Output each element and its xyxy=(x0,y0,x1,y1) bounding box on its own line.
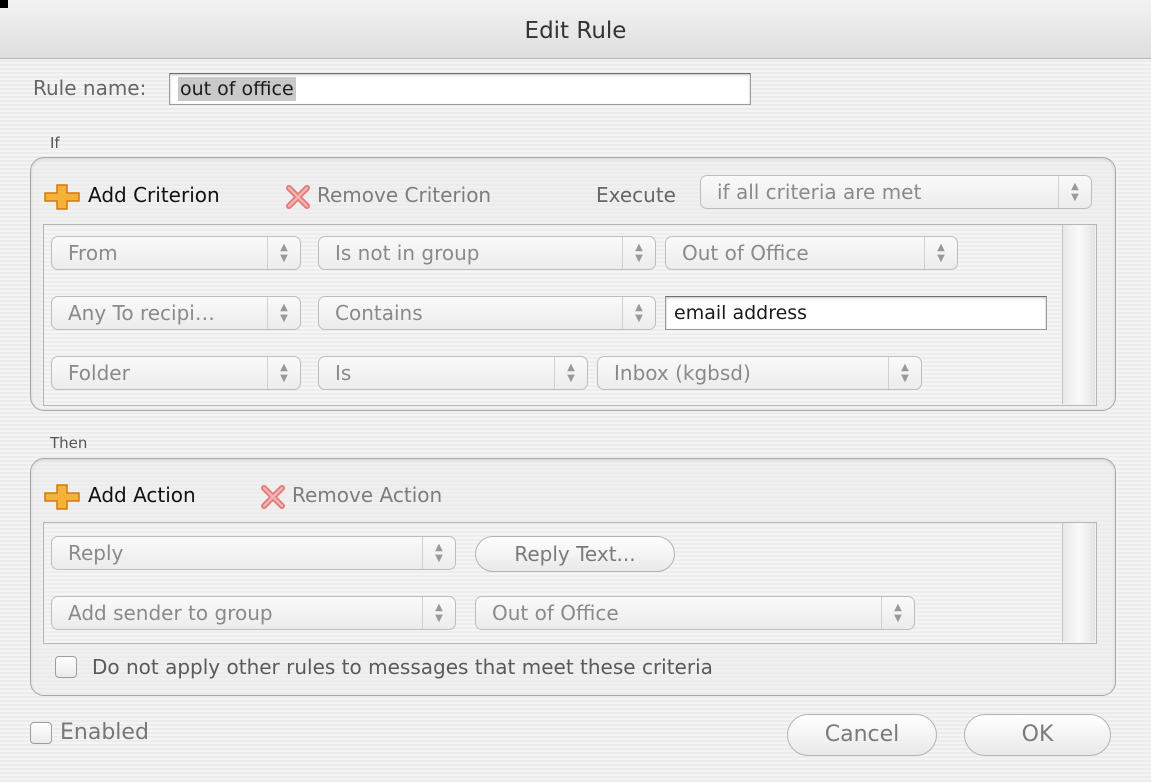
plus-icon xyxy=(44,183,80,210)
chevron-updown-icon: ▲ ▼ xyxy=(888,357,921,389)
execute-label: Execute xyxy=(596,183,676,207)
enabled-label: Enabled xyxy=(60,720,149,745)
criteria-scrollbar[interactable] xyxy=(1062,225,1095,404)
remove-criterion-label: Remove Criterion xyxy=(317,183,492,207)
criterion-operator-value: Contains xyxy=(335,301,423,325)
criterion-operator-popup[interactable]: Contains ▲ ▼ xyxy=(318,296,656,330)
criterion-value-value: Out of Office xyxy=(682,241,809,265)
criterion-operator-popup[interactable]: Is ▲ ▼ xyxy=(318,356,588,390)
criterion-field-popup[interactable]: Folder ▲ ▼ xyxy=(51,356,301,390)
remove-x-icon xyxy=(286,184,310,209)
add-action-label: Add Action xyxy=(88,483,196,507)
execute-popup[interactable]: if all criteria are met ▲ ▼ xyxy=(700,175,1092,209)
criterion-operator-value: Is xyxy=(335,361,352,385)
chevron-updown-icon: ▲ ▼ xyxy=(267,297,300,329)
add-criterion-label: Add Criterion xyxy=(88,183,220,207)
reply-text-button[interactable]: Reply Text... xyxy=(475,536,675,572)
rule-name-label: Rule name: xyxy=(33,76,147,100)
chevron-updown-icon: ▲ ▼ xyxy=(422,537,455,569)
action-type-popup[interactable]: Reply ▲ ▼ xyxy=(51,536,456,570)
criterion-value-popup[interactable]: Out of Office ▲ ▼ xyxy=(665,236,958,270)
rule-name-value: out of office xyxy=(178,77,296,101)
action-target-value: Out of Office xyxy=(492,601,619,625)
criterion-field-value: From xyxy=(68,241,118,265)
criterion-operator-value: Is not in group xyxy=(335,241,480,265)
criterion-value-value: Inbox (kgbsd) xyxy=(614,361,751,385)
chevron-updown-icon: ▲ ▼ xyxy=(267,357,300,389)
stop-rules-label: Do not apply other rules to messages tha… xyxy=(92,655,713,679)
add-criterion-button[interactable]: Add Criterion xyxy=(42,180,220,210)
then-heading: Then xyxy=(50,434,88,452)
remove-x-icon xyxy=(261,484,285,509)
chevron-updown-icon: ▲ ▼ xyxy=(622,237,655,269)
if-heading: If xyxy=(50,134,60,152)
rule-name-input[interactable]: out of office xyxy=(169,73,751,105)
chevron-updown-icon: ▲ ▼ xyxy=(881,597,914,629)
add-action-button[interactable]: Add Action xyxy=(42,480,196,510)
chevron-updown-icon: ▲ ▼ xyxy=(267,237,300,269)
chevron-updown-icon: ▲ ▼ xyxy=(924,237,957,269)
action-target-popup[interactable]: Out of Office ▲ ▼ xyxy=(475,596,915,630)
criterion-operator-popup[interactable]: Is not in group ▲ ▼ xyxy=(318,236,656,270)
chevron-updown-icon: ▲ ▼ xyxy=(622,297,655,329)
criterion-value-text: email address xyxy=(674,302,808,324)
action-type-value: Reply xyxy=(68,541,124,565)
actions-scrollbar[interactable] xyxy=(1062,523,1095,642)
remove-action-label: Remove Action xyxy=(292,483,443,507)
chevron-updown-icon: ▲ ▼ xyxy=(1058,176,1091,208)
plus-icon xyxy=(44,483,80,510)
criterion-field-value: Folder xyxy=(68,361,130,385)
window-title: Edit Rule xyxy=(524,18,627,44)
criterion-value-popup[interactable]: Inbox (kgbsd) ▲ ▼ xyxy=(597,356,922,390)
execute-value: if all criteria are met xyxy=(717,180,922,204)
chevron-updown-icon: ▲ ▼ xyxy=(422,597,455,629)
window-corner xyxy=(0,0,8,8)
remove-criterion-button[interactable]: Remove Criterion xyxy=(285,180,491,210)
criterion-field-value: Any To recipi… xyxy=(68,301,215,325)
criterion-value-input[interactable]: email address xyxy=(665,296,1047,330)
title-bar: Edit Rule xyxy=(0,0,1151,59)
chevron-updown-icon: ▲ ▼ xyxy=(554,357,587,389)
ok-button[interactable]: OK xyxy=(964,714,1111,756)
remove-action-button[interactable]: Remove Action xyxy=(260,480,442,510)
criterion-field-popup[interactable]: From ▲ ▼ xyxy=(51,236,301,270)
enabled-checkbox[interactable] xyxy=(30,722,52,744)
stop-rules-checkbox[interactable] xyxy=(55,656,77,678)
action-type-popup[interactable]: Add sender to group ▲ ▼ xyxy=(51,596,456,630)
action-type-value: Add sender to group xyxy=(68,601,273,625)
cancel-button[interactable]: Cancel xyxy=(787,714,937,756)
criterion-field-popup[interactable]: Any To recipi… ▲ ▼ xyxy=(51,296,301,330)
